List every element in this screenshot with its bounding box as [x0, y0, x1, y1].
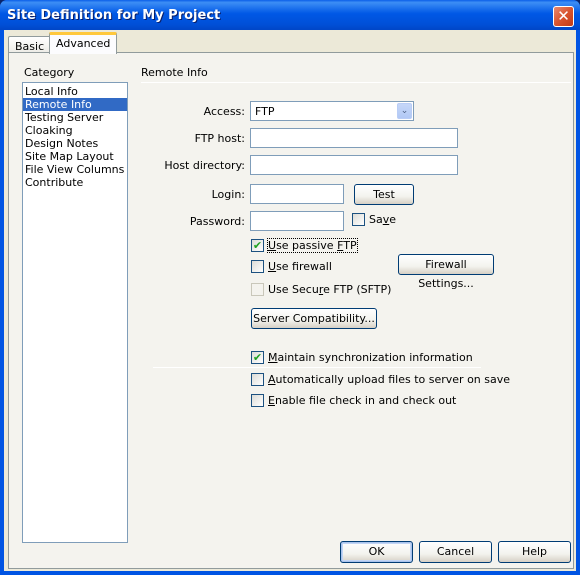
- password-input[interactable]: [250, 211, 344, 231]
- cancel-button[interactable]: Cancel: [419, 541, 492, 563]
- check-in-out-checkbox[interactable]: [251, 394, 264, 407]
- maintain-sync-label: Maintain synchronization information: [268, 351, 473, 364]
- login-input[interactable]: [250, 184, 344, 204]
- maintain-sync-checkbox-row[interactable]: ✔ Maintain synchronization information: [251, 351, 473, 364]
- ftp-host-label: FTP host:: [194, 132, 245, 145]
- category-item-design-notes[interactable]: Design Notes: [23, 137, 127, 150]
- host-directory-input[interactable]: [250, 155, 458, 175]
- category-list[interactable]: Local Info Remote Info Testing Server Cl…: [22, 82, 128, 543]
- passive-ftp-checkbox[interactable]: ✔: [251, 239, 264, 252]
- chevron-down-icon[interactable]: ⌄: [397, 103, 412, 119]
- auto-upload-checkbox[interactable]: [251, 373, 264, 386]
- password-label: Password:: [189, 215, 245, 228]
- auto-upload-label: Automatically upload files to server on …: [268, 373, 511, 386]
- category-item-cloaking[interactable]: Cloaking: [23, 124, 127, 137]
- category-label: Category: [24, 66, 75, 79]
- close-x-icon: ✕: [557, 7, 570, 25]
- close-button[interactable]: ✕: [553, 6, 574, 27]
- title-bar[interactable]: Site Definition for My Project ✕: [0, 0, 580, 30]
- access-value: FTP: [255, 105, 275, 118]
- server-compatibility-button[interactable]: Server Compatibility...: [251, 308, 377, 329]
- tab-basic[interactable]: Basic: [8, 36, 52, 53]
- save-checkbox-row[interactable]: Save: [352, 213, 396, 226]
- section-divider: [141, 82, 571, 83]
- category-item-testing-server[interactable]: Testing Server: [23, 111, 127, 124]
- category-item-contribute[interactable]: Contribute: [23, 176, 127, 189]
- save-label: Save: [369, 213, 397, 226]
- maintain-sync-checkbox[interactable]: ✔: [251, 351, 264, 364]
- test-button[interactable]: Test: [354, 184, 414, 205]
- host-directory-label: Host directory:: [164, 159, 245, 172]
- firewall-settings-button[interactable]: Firewall Settings...: [398, 254, 494, 290]
- options-divider: [153, 367, 481, 368]
- use-firewall-checkbox-row[interactable]: Use firewall: [251, 260, 332, 273]
- window-title: Site Definition for My Project: [7, 8, 221, 23]
- tab-advanced-label: Advanced: [56, 37, 111, 50]
- check-mark-icon: ✔: [252, 239, 263, 252]
- category-item-site-map-layout[interactable]: Site Map Layout: [23, 150, 127, 163]
- use-firewall-checkbox[interactable]: [251, 260, 264, 273]
- passive-ftp-label: Use passive FTP: [267, 238, 358, 253]
- secure-ftp-checkbox-row[interactable]: Use Secure FTP (SFTP): [251, 283, 391, 296]
- category-item-remote-info[interactable]: Remote Info: [23, 98, 127, 111]
- section-title: Remote Info: [141, 66, 208, 79]
- category-item-file-view-columns[interactable]: File View Columns: [23, 163, 127, 176]
- advanced-tab-panel: Category Local Info Remote Info Testing …: [8, 52, 574, 569]
- dialog-window: Site Definition for My Project ✕ Basic A…: [0, 0, 580, 575]
- access-select[interactable]: FTP ⌄: [250, 101, 414, 121]
- passive-ftp-checkbox-row[interactable]: ✔ Use passive FTP: [251, 238, 358, 253]
- tab-advanced[interactable]: Advanced: [49, 32, 118, 54]
- help-button[interactable]: Help: [498, 541, 571, 563]
- category-item-local-info[interactable]: Local Info: [23, 85, 127, 98]
- dialog-client: Basic Advanced Category Local Info Remot…: [4, 30, 576, 571]
- check-in-out-checkbox-row[interactable]: Enable file check in and check out: [251, 394, 456, 407]
- secure-ftp-checkbox[interactable]: [251, 283, 264, 296]
- ftp-host-input[interactable]: [250, 128, 458, 148]
- check-mark-icon: ✔: [252, 351, 263, 364]
- auto-upload-checkbox-row[interactable]: Automatically upload files to server on …: [251, 373, 510, 386]
- login-label: Login:: [211, 188, 245, 201]
- use-firewall-label: Use firewall: [268, 260, 332, 273]
- save-checkbox[interactable]: [352, 213, 365, 226]
- secure-ftp-label: Use Secure FTP (SFTP): [268, 283, 392, 296]
- access-label: Access:: [203, 105, 245, 118]
- check-in-out-label: Enable file check in and check out: [268, 394, 457, 407]
- ok-button[interactable]: OK: [340, 541, 413, 563]
